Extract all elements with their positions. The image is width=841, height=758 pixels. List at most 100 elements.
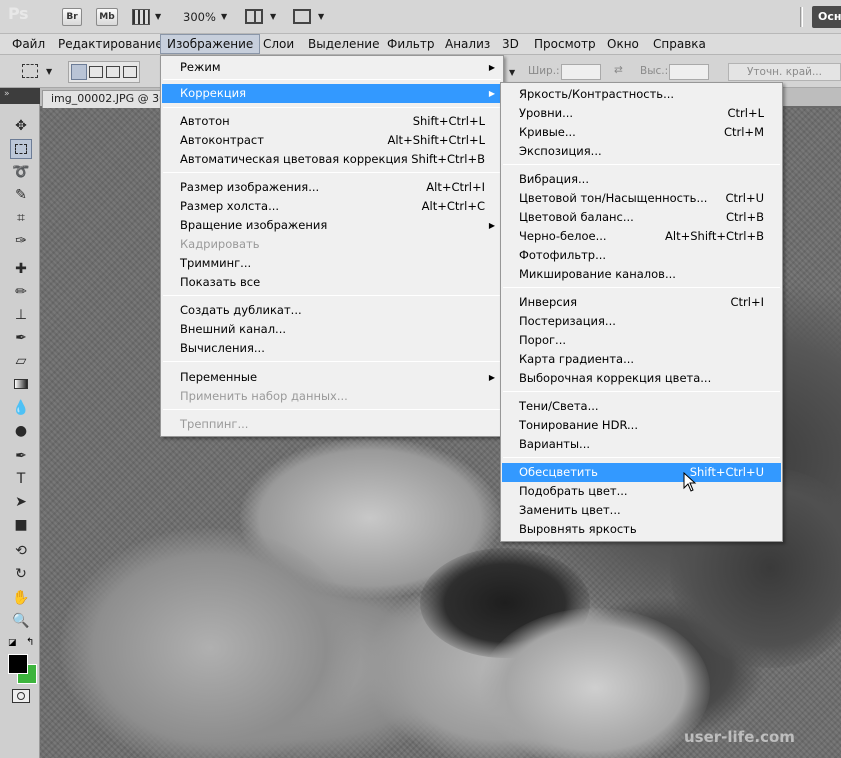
gradient-tool-icon[interactable] — [10, 374, 32, 394]
menu-item-apply-image[interactable]: Внешний канал... — [162, 320, 502, 339]
history-brush-tool-icon[interactable]: ✒ — [10, 328, 32, 348]
zoom-chevron-icon[interactable]: ▼ — [221, 12, 227, 21]
width-field[interactable] — [561, 64, 601, 80]
move-tool-icon[interactable]: ✥ — [10, 116, 32, 136]
menu-item-adjustments[interactable]: Коррекция ▶ — [162, 84, 502, 103]
menu-item-auto-color[interactable]: Автоматическая цветовая коррекция Shift+C… — [162, 150, 502, 169]
spot-healing-tool-icon[interactable]: ✚ — [10, 259, 32, 279]
pen-tool-icon[interactable]: ✒ — [10, 446, 32, 466]
new-selection-icon[interactable] — [71, 64, 87, 80]
preset-chevron-icon[interactable]: ▼ — [46, 67, 52, 76]
style-chevron-icon[interactable]: ▼ — [509, 68, 515, 77]
menu-help[interactable]: Справка — [647, 34, 712, 54]
3d-orbit-tool-icon[interactable]: ↻ — [10, 564, 32, 584]
menu-item-variations[interactable]: Варианты... — [502, 435, 781, 454]
swap-colors-icon[interactable]: ↰ — [26, 637, 34, 648]
menu-edit[interactable]: Редактирование — [52, 34, 169, 54]
rectangular-marquee-tool-icon[interactable] — [10, 139, 32, 159]
menu-item-match-color[interactable]: Подобрать цвет... — [502, 482, 781, 501]
eraser-tool-icon[interactable]: ▱ — [10, 351, 32, 371]
menu-item-selective-color[interactable]: Выборочная коррекция цвета... — [502, 369, 781, 388]
menu-item-mode[interactable]: Режим ▶ — [162, 58, 502, 77]
screen-mode-icon[interactable] — [293, 9, 311, 24]
menu-item-brightness-contrast[interactable]: Яркость/Контрастность... — [502, 85, 781, 104]
menu-layers[interactable]: Слои — [257, 34, 300, 54]
rectangle-tool-icon[interactable]: ■ — [10, 515, 32, 535]
screen-mode-chevron-icon[interactable]: ▼ — [318, 12, 324, 21]
menu-item-auto-contrast[interactable]: Автоконтраст Alt+Shift+Ctrl+L — [162, 131, 502, 150]
menu-item-desaturate[interactable]: Обесцветить Shift+Ctrl+U — [502, 463, 781, 482]
dodge-tool-icon[interactable]: ● — [10, 421, 32, 441]
bridge-button[interactable]: Br — [62, 8, 82, 26]
eyedropper-tool-icon[interactable]: ✑ — [10, 231, 32, 251]
arrange-documents-icon[interactable] — [245, 9, 263, 24]
mouse-cursor-icon — [683, 472, 697, 492]
menu-item-auto-tone[interactable]: Автотон Shift+Ctrl+L — [162, 112, 502, 131]
type-tool-icon[interactable]: T — [10, 469, 32, 489]
hand-tool-icon[interactable]: ✋ — [10, 588, 32, 608]
3d-rotate-tool-icon[interactable]: ⟲ — [10, 541, 32, 561]
path-selection-tool-icon[interactable]: ➤ — [10, 492, 32, 512]
add-selection-icon[interactable] — [89, 66, 103, 78]
menu-file[interactable]: Файл — [6, 34, 51, 54]
menu-item-variables[interactable]: Переменные ▶ — [162, 368, 502, 387]
menu-analysis[interactable]: Анализ — [439, 34, 496, 54]
menu-item-duplicate[interactable]: Создать дубликат... — [162, 301, 502, 320]
view-extras-icon[interactable] — [132, 9, 150, 25]
menu-item-shadows-highlights[interactable]: Тени/Света... — [502, 397, 781, 416]
zoom-level[interactable]: 300% — [183, 10, 216, 24]
mini-bridge-button[interactable]: Mb — [96, 8, 118, 26]
image-menu: Режим ▶ Коррекция ▶ Автотон Shift+Ctrl+L Ав… — [160, 55, 504, 437]
workspace-switcher[interactable]: Осн — [812, 6, 841, 28]
menu-item-levels[interactable]: Уровни... Ctrl+L — [502, 104, 781, 123]
menu-item-channel-mixer[interactable]: Микширование каналов... — [502, 265, 781, 284]
menu-item-image-rotation[interactable]: Вращение изображения ▶ — [162, 216, 502, 235]
menu-item-posterize[interactable]: Постеризация... — [502, 312, 781, 331]
menu-item-photo-filter[interactable]: Фотофильтр... — [502, 246, 781, 265]
lasso-tool-icon[interactable]: ➰ — [10, 162, 32, 182]
menu-item-black-white[interactable]: Черно-белое... Alt+Shift+Ctrl+B — [502, 227, 781, 246]
menu-item-curves[interactable]: Кривые... Ctrl+M — [502, 123, 781, 142]
height-field[interactable] — [669, 64, 709, 80]
menu-item-image-size[interactable]: Размер изображения... Alt+Ctrl+I — [162, 178, 502, 197]
menu-item-gradient-map[interactable]: Карта градиента... — [502, 350, 781, 369]
brush-tool-icon[interactable]: ✏ — [10, 282, 32, 302]
marquee-preset-icon[interactable] — [22, 64, 38, 78]
menu-item-replace-color[interactable]: Заменить цвет... — [502, 501, 781, 520]
menu-item-calculations[interactable]: Вычисления... — [162, 339, 502, 358]
menu-3d[interactable]: 3D — [496, 34, 525, 54]
collapse-panel-icon[interactable]: » — [4, 89, 10, 99]
default-colors-icon[interactable]: ◪ — [8, 638, 17, 648]
quick-mask-icon[interactable] — [12, 689, 30, 703]
crop-tool-icon[interactable]: ⌗ — [10, 208, 32, 228]
menu-item-hdr-toning[interactable]: Тонирование HDR... — [502, 416, 781, 435]
intersect-selection-icon[interactable] — [123, 66, 137, 78]
zoom-tool-icon[interactable]: 🔍 — [10, 611, 32, 631]
menu-filter[interactable]: Фильтр — [381, 34, 440, 54]
menu-item-equalize[interactable]: Выровнять яркость — [502, 520, 781, 539]
subtract-selection-icon[interactable] — [106, 66, 120, 78]
menu-window[interactable]: Окно — [601, 34, 645, 54]
photo-highlight — [480, 608, 710, 758]
tools-panel-header[interactable]: » — [0, 88, 40, 104]
menu-item-vibrance[interactable]: Вибрация... — [502, 170, 781, 189]
menu-item-color-balance[interactable]: Цветовой баланс... Ctrl+B — [502, 208, 781, 227]
swap-icon[interactable]: ⇄ — [614, 64, 623, 76]
arrange-chevron-icon[interactable]: ▼ — [270, 12, 276, 21]
blur-tool-icon[interactable]: 💧 — [10, 398, 32, 418]
menu-select[interactable]: Выделение — [302, 34, 385, 54]
menu-item-exposure[interactable]: Экспозиция... — [502, 142, 781, 161]
menu-item-trim[interactable]: Тримминг... — [162, 254, 502, 273]
menu-image[interactable]: Изображение — [160, 34, 261, 54]
menu-item-threshold[interactable]: Порог... — [502, 331, 781, 350]
clone-stamp-tool-icon[interactable]: ⊥ — [10, 305, 32, 325]
menu-item-canvas-size[interactable]: Размер холста... Alt+Ctrl+C — [162, 197, 502, 216]
foreground-color-swatch[interactable] — [8, 654, 28, 674]
menu-item-invert[interactable]: Инверсия Ctrl+I — [502, 293, 781, 312]
refine-edge-button[interactable]: Уточн. край... — [728, 63, 841, 81]
menu-item-reveal-all[interactable]: Показать все — [162, 273, 502, 292]
view-extras-chevron-icon[interactable]: ▼ — [155, 12, 161, 21]
menu-view[interactable]: Просмотр — [528, 34, 602, 54]
menu-item-hue-saturation[interactable]: Цветовой тон/Насыщенность... Ctrl+U — [502, 189, 781, 208]
quick-selection-tool-icon[interactable]: ✎ — [10, 185, 32, 205]
